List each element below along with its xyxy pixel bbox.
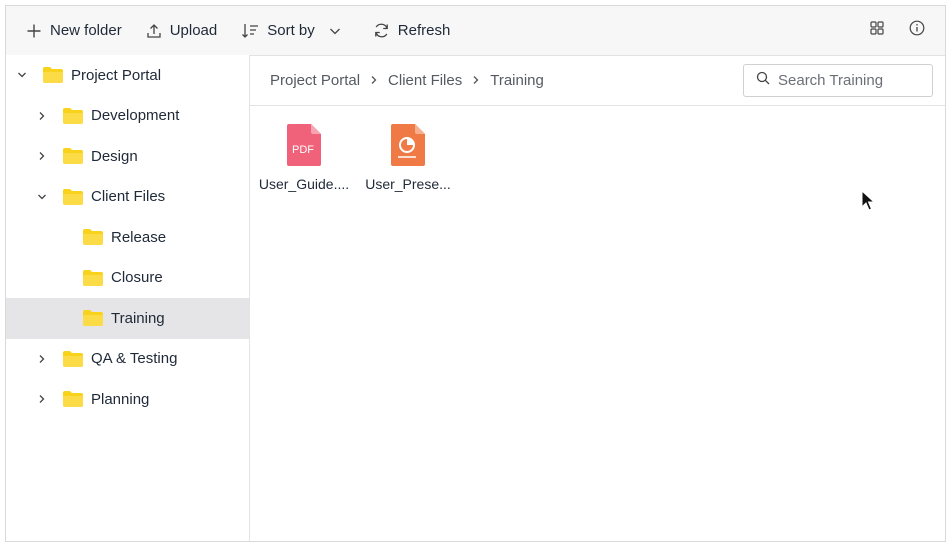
pdf-file-icon: PDF bbox=[287, 124, 321, 166]
refresh-label: Refresh bbox=[397, 22, 451, 39]
search-icon bbox=[756, 71, 770, 90]
upload-label: Upload bbox=[169, 22, 218, 39]
folder-icon bbox=[83, 229, 103, 246]
tree-item-development[interactable]: Development bbox=[6, 96, 249, 137]
chevron-right-icon[interactable] bbox=[35, 149, 49, 163]
tree-item-project-portal[interactable]: Project Portal bbox=[6, 55, 249, 96]
sort-icon bbox=[241, 22, 259, 40]
info-icon bbox=[909, 20, 925, 41]
upload-icon bbox=[146, 23, 162, 39]
folder-icon bbox=[63, 107, 83, 124]
refresh-button[interactable]: Refresh bbox=[361, 6, 463, 55]
tree-item-label: Closure bbox=[111, 269, 163, 287]
breadcrumb-item-current: Training bbox=[490, 71, 544, 89]
chevron-down-icon[interactable] bbox=[15, 68, 29, 82]
file-manager: New folder Upload Sort by Refresh Projec… bbox=[5, 5, 946, 542]
upload-button[interactable]: Upload bbox=[134, 6, 230, 55]
folder-icon bbox=[43, 67, 63, 84]
sort-by-label: Sort by bbox=[267, 22, 315, 39]
tree-item-design[interactable]: Design bbox=[6, 136, 249, 177]
folder-tree: Project Portal Development Design Client Fi… bbox=[6, 55, 249, 420]
view-toggle-button[interactable] bbox=[857, 6, 897, 55]
content-pane: Project Portal Client Files Training Sea… bbox=[249, 55, 945, 541]
details-button[interactable] bbox=[897, 6, 937, 55]
presentation-file-icon bbox=[391, 124, 425, 166]
folder-icon bbox=[63, 350, 83, 367]
tree-item-label: Client Files bbox=[91, 188, 166, 206]
tree-item-label: Training bbox=[111, 309, 165, 327]
chevron-down-icon[interactable] bbox=[35, 190, 49, 204]
breadcrumb-item[interactable]: Client Files bbox=[388, 72, 462, 89]
file-item-pdf[interactable]: PDF User_Guide.... bbox=[254, 124, 354, 200]
file-name: User_Guide.... bbox=[258, 176, 350, 192]
breadcrumb: Project Portal Client Files Training bbox=[249, 72, 544, 89]
chevron-right-icon[interactable] bbox=[35, 392, 49, 406]
folder-icon bbox=[83, 310, 103, 327]
refresh-icon bbox=[373, 22, 390, 39]
folder-icon bbox=[63, 148, 83, 165]
file-item-pptx[interactable]: User_Prese... bbox=[358, 124, 458, 200]
file-name: User_Prese... bbox=[365, 176, 451, 192]
tree-item-label: Planning bbox=[91, 390, 150, 408]
tree-item-training[interactable]: Training bbox=[6, 298, 249, 339]
tree-item-label: Design bbox=[91, 147, 138, 165]
navigation-pane: Project Portal Development Design Client Fi… bbox=[6, 55, 250, 541]
plus-icon bbox=[26, 23, 42, 39]
tree-item-client-files[interactable]: Client Files bbox=[6, 177, 249, 218]
sort-by-button[interactable]: Sort by bbox=[229, 6, 353, 55]
tree-item-label: QA & Testing bbox=[91, 350, 178, 368]
tree-item-qa-testing[interactable]: QA & Testing bbox=[6, 339, 249, 380]
breadcrumb-bar: Project Portal Client Files Training bbox=[249, 55, 945, 106]
tree-item-release[interactable]: Release bbox=[6, 217, 249, 258]
file-area: PDF User_Guide.... User_Prese... bbox=[249, 106, 945, 541]
mouse-cursor-icon bbox=[861, 190, 876, 211]
search-input[interactable] bbox=[778, 72, 918, 89]
folder-icon bbox=[63, 188, 83, 205]
search-box bbox=[743, 64, 933, 97]
chevron-right-icon bbox=[462, 75, 490, 85]
tree-item-label: Development bbox=[91, 107, 180, 125]
tree-item-planning[interactable]: Planning bbox=[6, 379, 249, 420]
chevron-right-icon[interactable] bbox=[35, 109, 49, 123]
chevron-right-icon bbox=[360, 75, 388, 85]
chevron-right-icon[interactable] bbox=[35, 352, 49, 366]
tree-item-label: Release bbox=[111, 228, 167, 246]
toolbar: New folder Upload Sort by Refresh bbox=[6, 6, 945, 56]
new-folder-button[interactable]: New folder bbox=[6, 6, 134, 55]
folder-icon bbox=[83, 269, 103, 286]
folder-icon bbox=[63, 391, 83, 408]
grid-icon bbox=[870, 21, 884, 40]
tree-item-label: Project Portal bbox=[71, 66, 162, 84]
breadcrumb-item[interactable]: Project Portal bbox=[270, 72, 360, 89]
new-folder-label: New folder bbox=[50, 22, 122, 39]
pdf-icon-label: PDF bbox=[292, 144, 314, 156]
tree-item-closure[interactable]: Closure bbox=[6, 258, 249, 299]
chevron-down-icon bbox=[329, 25, 341, 37]
